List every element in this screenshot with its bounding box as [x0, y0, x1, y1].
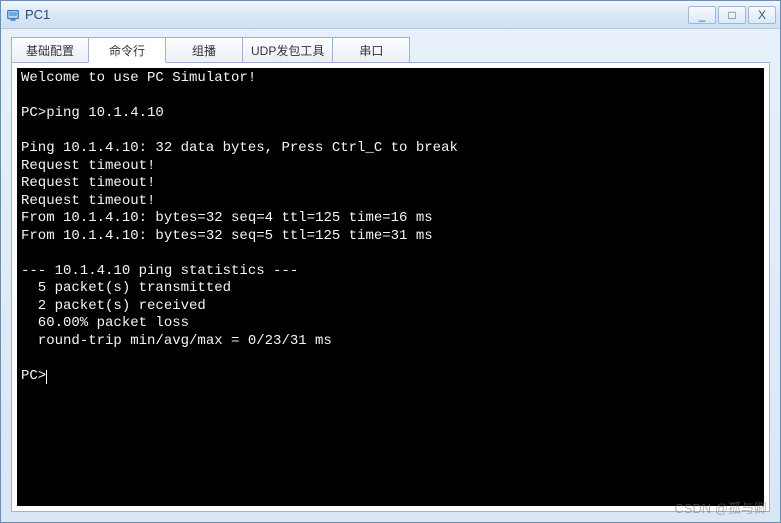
maximize-button[interactable]: □	[718, 6, 746, 24]
tab-basic-config[interactable]: 基础配置	[11, 37, 89, 63]
tab-serial[interactable]: 串口	[332, 37, 410, 63]
maximize-glyph: □	[728, 8, 735, 22]
tab-label: 串口	[359, 42, 383, 59]
minimize-button[interactable]: _	[688, 6, 716, 24]
tab-label: 命令行	[109, 42, 145, 59]
minimize-glyph: _	[699, 8, 706, 22]
window-controls: _ □ X	[688, 6, 776, 24]
close-button[interactable]: X	[748, 6, 776, 24]
tab-multicast[interactable]: 组播	[165, 37, 243, 63]
client-area: 基础配置 命令行 组播 UDP发包工具 串口 Welcome to use PC…	[1, 29, 780, 522]
tab-label: UDP发包工具	[251, 42, 324, 59]
app-icon	[5, 7, 21, 23]
titlebar[interactable]: PC1 _ □ X	[1, 1, 780, 29]
tab-udp-tool[interactable]: UDP发包工具	[242, 37, 333, 63]
tab-label: 基础配置	[26, 42, 74, 59]
window-title: PC1	[25, 7, 688, 22]
tab-label: 组播	[192, 42, 216, 59]
tab-command-line[interactable]: 命令行	[88, 37, 166, 63]
tab-strip: 基础配置 命令行 组播 UDP发包工具 串口	[11, 37, 770, 63]
app-window: PC1 _ □ X 基础配置 命令行 组播 UDP发包工具 串口 Welcome…	[0, 0, 781, 523]
close-glyph: X	[758, 8, 766, 22]
tab-panel: Welcome to use PC Simulator! PC>ping 10.…	[11, 62, 770, 512]
terminal[interactable]: Welcome to use PC Simulator! PC>ping 10.…	[17, 68, 764, 506]
